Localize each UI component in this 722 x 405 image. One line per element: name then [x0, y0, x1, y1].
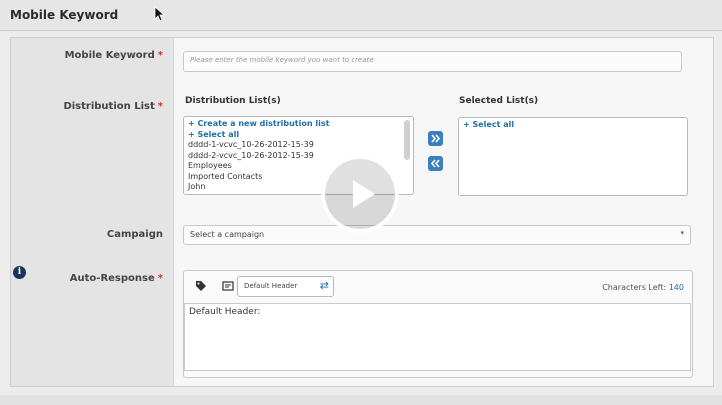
mobile-keyword-input[interactable]: Please enter the mobile keyword you want… [183, 51, 682, 72]
list-action-link[interactable]: + Create a new distribution list [188, 119, 409, 130]
auto-response-label: Auto-Response * [69, 273, 163, 284]
campaign-select[interactable]: Select a campaign ▾ [183, 225, 691, 245]
footer-strip [0, 395, 722, 405]
list-action-link[interactable]: + Select all [188, 130, 409, 141]
remove-from-selected-button[interactable] [428, 156, 443, 171]
characters-left: Characters Left: 140 [602, 283, 684, 292]
list-action-link[interactable]: + Select all [463, 120, 683, 131]
page-header: Mobile Keyword [0, 0, 722, 31]
tag-icon[interactable] [195, 280, 207, 292]
mobile-keyword-row: Mobile Keyword * Please enter the mobile … [11, 38, 713, 87]
info-icon[interactable]: i [13, 266, 26, 279]
auto-response-row: Auto-Response * Default Header ⇄ Characte… [11, 256, 713, 386]
auto-response-editor: Default Header ⇄ Characters Left: 140 De… [183, 270, 693, 378]
selected-lists-heading: Selected List(s) [459, 96, 539, 106]
selected-lists-box[interactable]: + Select all [458, 117, 688, 196]
lists-scrollbar[interactable] [404, 120, 410, 160]
video-play-button[interactable] [321, 155, 399, 233]
mouse-cursor-icon [154, 6, 164, 22]
distribution-list-label: Distribution List * [63, 101, 163, 112]
double-chevron-right-icon [431, 134, 441, 143]
campaign-label: Campaign [106, 229, 163, 240]
header-select[interactable]: Default Header ⇄ [237, 276, 334, 297]
insert-field-icon[interactable] [222, 280, 234, 292]
distribution-lists-heading: Distribution List(s) [185, 96, 281, 106]
auto-response-textarea[interactable]: Default Header: [184, 303, 691, 371]
list-item[interactable]: dddd-1-vcvc_10-26-2012-15-39 [188, 140, 409, 151]
refresh-icon[interactable]: ⇄ [320, 279, 329, 292]
double-chevron-left-icon [430, 159, 440, 168]
play-icon [353, 180, 375, 208]
page-title: Mobile Keyword [10, 8, 119, 22]
add-to-selected-button[interactable] [428, 131, 443, 146]
characters-left-count: 140 [668, 283, 684, 292]
dropdown-caret-icon: ▾ [680, 229, 684, 237]
mobile-keyword-label: Mobile Keyword * [64, 50, 163, 61]
